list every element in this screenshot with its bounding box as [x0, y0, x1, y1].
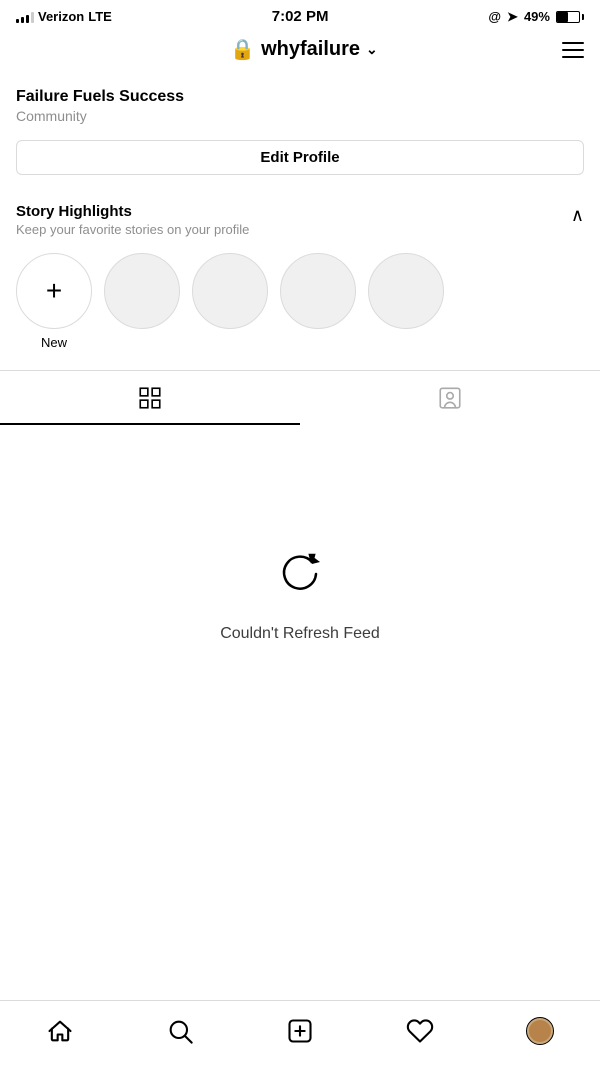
highlight-3[interactable] [280, 253, 356, 329]
refresh-icon [274, 548, 326, 600]
highlight-circle-2[interactable] [192, 253, 268, 350]
nav-search[interactable] [155, 1011, 205, 1051]
nav-home[interactable] [35, 1011, 85, 1051]
story-new-button[interactable]: + New [16, 253, 92, 350]
search-icon [166, 1017, 194, 1045]
battery-indicator [556, 11, 584, 23]
menu-line-1 [562, 42, 584, 44]
status-left: Verizon LTE [16, 9, 112, 24]
content-area: Couldn't Refresh Feed [0, 425, 600, 765]
highlights-subtitle: Keep your favorite stories on your profi… [16, 222, 571, 237]
profile-subtitle: Community [16, 108, 584, 124]
plus-icon: + [46, 277, 62, 305]
heart-icon [406, 1017, 434, 1045]
highlights-title: Story Highlights [16, 203, 571, 220]
menu-line-2 [562, 49, 584, 51]
new-post-icon [286, 1017, 314, 1045]
header-title[interactable]: 🔒 whyfailure ⌄ [230, 37, 378, 62]
location-icon: @ [488, 9, 501, 24]
lock-icon: 🔒 [230, 37, 255, 62]
new-story-circle[interactable]: + [16, 253, 92, 329]
username: whyfailure [261, 38, 360, 61]
profile-name: Failure Fuels Success [16, 88, 584, 106]
error-message: Couldn't Refresh Feed [220, 625, 380, 643]
highlights-info: Story Highlights Keep your favorite stor… [16, 203, 571, 237]
network: LTE [88, 9, 112, 24]
grid-icon [137, 385, 163, 411]
home-icon [46, 1017, 74, 1045]
carrier: Verizon [38, 9, 84, 24]
refresh-icon-wrapper [274, 548, 326, 605]
status-time: 7:02 PM [272, 8, 329, 25]
highlight-circle-3[interactable] [280, 253, 356, 350]
avatar-image [529, 1020, 551, 1042]
edit-profile-button[interactable]: Edit Profile [16, 140, 584, 175]
menu-line-3 [562, 56, 584, 58]
tab-tagged[interactable] [300, 371, 600, 425]
signal-bars [16, 11, 34, 23]
highlight-1[interactable] [104, 253, 180, 329]
nav-profile[interactable] [515, 1011, 565, 1051]
story-highlights-row: + New [0, 241, 600, 370]
nav-new-post[interactable] [275, 1011, 325, 1051]
highlights-chevron-icon[interactable]: ∧ [571, 205, 584, 226]
header: 🔒 whyfailure ⌄ [0, 29, 600, 72]
highlight-circle-1[interactable] [104, 253, 180, 350]
new-story-label: New [41, 335, 67, 350]
content-tabs [0, 370, 600, 425]
avatar[interactable] [526, 1017, 554, 1045]
tab-grid[interactable] [0, 371, 300, 425]
menu-button[interactable] [562, 42, 584, 58]
highlight-2[interactable] [192, 253, 268, 329]
profile-section: Failure Fuels Success Community [0, 72, 600, 136]
status-bar: Verizon LTE 7:02 PM @ ➤ 49% [0, 0, 600, 29]
chevron-down-icon: ⌄ [366, 41, 378, 58]
bottom-navigation [0, 1000, 600, 1067]
status-right: @ ➤ 49% [488, 9, 584, 25]
nav-activity[interactable] [395, 1011, 445, 1051]
highlights-header: Story Highlights Keep your favorite stor… [0, 191, 600, 241]
navigation-icon: ➤ [507, 9, 518, 25]
highlight-4[interactable] [368, 253, 444, 329]
highlight-circle-4[interactable] [368, 253, 444, 350]
battery-percentage: 49% [524, 9, 550, 24]
tagged-icon [437, 385, 463, 411]
